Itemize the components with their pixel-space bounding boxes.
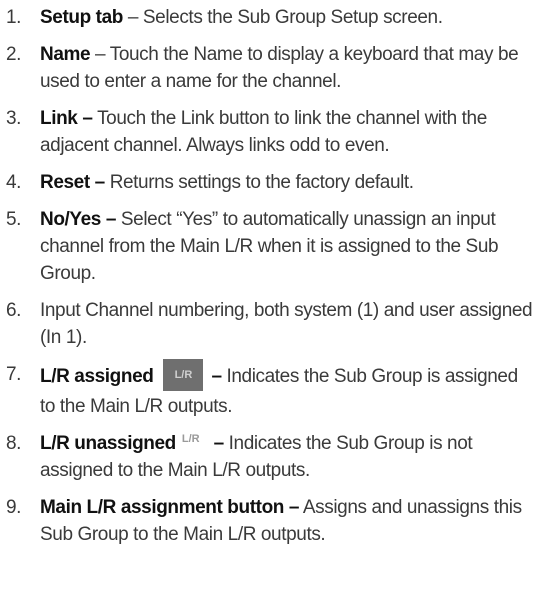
item-text: Returns settings to the factory default.: [109, 172, 414, 193]
item-body: L/R assigned L/R – Indicates the Sub Group…: [40, 359, 541, 420]
list-item-lr-unassigned: 8. L/R unassigned L/R – Indicates the Sub …: [0, 430, 541, 484]
item-number: 9.: [6, 497, 22, 518]
item-term: No/Yes –: [40, 209, 117, 230]
item-number: 2.: [6, 44, 22, 65]
item-term: L/R unassigned: [40, 433, 176, 454]
list-item-channel-numbering: 6. Input Channel numbering, both system …: [0, 297, 541, 351]
list-item-no-yes: 5. No/Yes – Select “Yes” to automaticall…: [0, 206, 541, 287]
list-item-setup-tab: 1. Setup tab – Selects the Sub Group Set…: [0, 4, 541, 31]
item-text: Touch the Link button to link the channe…: [40, 108, 487, 156]
lr-unassigned-badge: L/R: [181, 433, 200, 445]
item-body: Main L/R assignment button – Assigns and…: [40, 494, 541, 548]
item-number: 6.: [6, 300, 22, 321]
list-item-name: 2. Name – Touch the Name to display a ke…: [0, 41, 541, 95]
item-number: 3.: [6, 108, 22, 129]
numbered-list: 1. Setup tab – Selects the Sub Group Set…: [0, 0, 541, 610]
item-dash: –: [211, 366, 222, 388]
item-text: Selects the Sub Group Setup screen.: [142, 7, 443, 28]
item-body: Reset – Returns settings to the factory …: [40, 169, 541, 196]
item-term: Setup tab: [40, 7, 123, 28]
list-item-link: 3. Link – Touch the Link button to link …: [0, 105, 541, 159]
item-separator: –: [122, 7, 143, 28]
lr-assigned-badge: L/R: [163, 359, 204, 391]
item-body: L/R unassigned L/R – Indicates the Sub Gro…: [40, 430, 541, 484]
item-body: No/Yes – Select “Yes” to automatically u…: [40, 206, 541, 287]
item-body: Name – Touch the Name to display a keybo…: [40, 41, 541, 95]
item-number: 8.: [6, 433, 22, 454]
item-number: 5.: [6, 209, 22, 230]
item-number: 7.: [6, 364, 22, 385]
item-term: Name: [40, 44, 91, 65]
list-item-reset: 4. Reset – Returns settings to the facto…: [0, 169, 541, 196]
item-body: Link – Touch the Link button to link the…: [40, 105, 541, 159]
item-number: 4.: [6, 172, 22, 193]
item-body: Setup tab – Selects the Sub Group Setup …: [40, 4, 541, 31]
item-number: 1.: [6, 7, 22, 28]
item-text: Touch the Name to display a keyboard tha…: [40, 44, 519, 92]
item-term: Main L/R assignment button –: [40, 497, 300, 518]
item-dash: –: [213, 433, 225, 454]
item-term: Reset –: [40, 172, 105, 193]
item-term: L/R assigned: [40, 366, 154, 388]
item-text: Input Channel numbering, both system (1)…: [40, 300, 533, 348]
item-separator: –: [90, 44, 110, 65]
list-item-lr-assigned: 7. L/R assigned L/R – Indicates the Sub Gr…: [0, 359, 541, 420]
item-body: Input Channel numbering, both system (1)…: [40, 297, 541, 351]
item-term: Link –: [40, 108, 93, 129]
list-item-main-lr-assignment: 9. Main L/R assignment button – Assigns …: [0, 494, 541, 548]
